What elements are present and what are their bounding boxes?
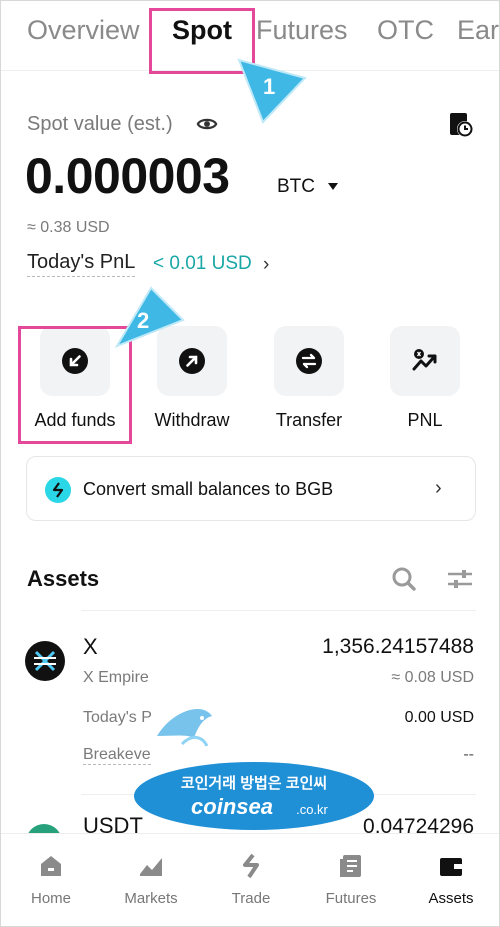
nav-trade[interactable]: Trade (201, 834, 301, 926)
home-icon (41, 856, 61, 876)
asset-symbol[interactable]: X (83, 634, 98, 660)
nav-markets[interactable]: Markets (101, 834, 201, 926)
chevron-right-icon: › (435, 477, 442, 499)
tab-futures[interactable]: Futures (256, 15, 348, 46)
x-empire-logo (25, 641, 65, 681)
chevron-down-icon[interactable] (328, 183, 338, 190)
transfer-button[interactable]: Transfer (254, 326, 364, 436)
watermark-domain: .co.kr (296, 802, 328, 817)
futures-icon (340, 855, 361, 877)
nav-trade-label: Trade (231, 890, 271, 907)
nav-assets[interactable]: Assets (401, 834, 499, 926)
chevron-right-icon[interactable]: › (263, 254, 269, 276)
transfer-icon (296, 348, 322, 374)
currency-unit[interactable]: BTC (277, 176, 315, 198)
nav-markets-label: Markets (124, 890, 178, 907)
trade-icon (243, 853, 259, 879)
convert-small-balances-banner[interactable]: Convert small balances to BGB › (26, 456, 476, 521)
nav-home[interactable]: Home (1, 834, 101, 926)
asset-todays-pnl-value: 0.00 USD (404, 709, 474, 726)
pnl-button[interactable]: PNL (370, 326, 480, 436)
transfer-tile[interactable] (274, 326, 344, 396)
todays-pnl-label[interactable]: Today's PnL (27, 251, 136, 277)
divider (81, 610, 476, 611)
convert-banner-text: Convert small balances to BGB (83, 479, 334, 499)
nav-assets-label: Assets (428, 890, 474, 907)
callout-number: 1 (263, 74, 275, 99)
bgb-icon (45, 477, 71, 503)
withdraw-label: Withdraw (154, 410, 230, 430)
callout-number: 2 (137, 308, 149, 333)
markets-chart-icon (140, 858, 162, 876)
watermark-korean: 코인거래 방법은 코인씨 (181, 774, 327, 792)
search-icon[interactable] (391, 566, 417, 592)
nav-futures-label: Futures (325, 890, 377, 907)
watermark-site: coinsea (191, 794, 273, 819)
todays-pnl-value[interactable]: < 0.01 USD (153, 253, 252, 275)
app-frame: Overview Spot Futures OTC Ear Spot value… (0, 0, 500, 927)
nav-futures[interactable]: Futures (301, 834, 401, 926)
callout-step-1: 1 (237, 58, 307, 124)
transfer-label: Transfer (275, 410, 343, 430)
x-empire-mark-icon (34, 650, 56, 672)
nav-home-label: Home (30, 890, 71, 907)
tab-overview[interactable]: Overview (27, 15, 140, 46)
approx-usd-value: ≈ 0.38 USD (27, 219, 110, 236)
asset-breakeven-value: -- (463, 746, 474, 763)
spot-value: 0.000003 (25, 148, 230, 204)
bottom-nav: Home Markets Trade Futures Assets (1, 833, 499, 926)
history-icon[interactable] (447, 111, 475, 139)
assets-heading: Assets (27, 566, 100, 591)
filter-settings-icon[interactable] (446, 566, 474, 592)
tab-otc[interactable]: OTC (377, 15, 434, 46)
spot-value-label: Spot value (est.) (27, 113, 173, 135)
callout-step-2: 2 (114, 286, 185, 348)
asset-amount: 1,356.24157488 (322, 635, 474, 658)
eye-icon[interactable] (196, 113, 218, 135)
coinsea-watermark: 코인거래 방법은 코인씨 coinsea .co.kr (134, 708, 374, 830)
tab-earn[interactable]: Ear (457, 15, 499, 46)
asset-name: X Empire (83, 669, 149, 686)
wallet-icon (440, 858, 462, 876)
asset-usd-value: ≈ 0.08 USD (391, 669, 474, 686)
pnl-label: PNL (407, 410, 443, 430)
pnl-icon (412, 349, 437, 371)
pnl-tile[interactable] (390, 326, 460, 396)
